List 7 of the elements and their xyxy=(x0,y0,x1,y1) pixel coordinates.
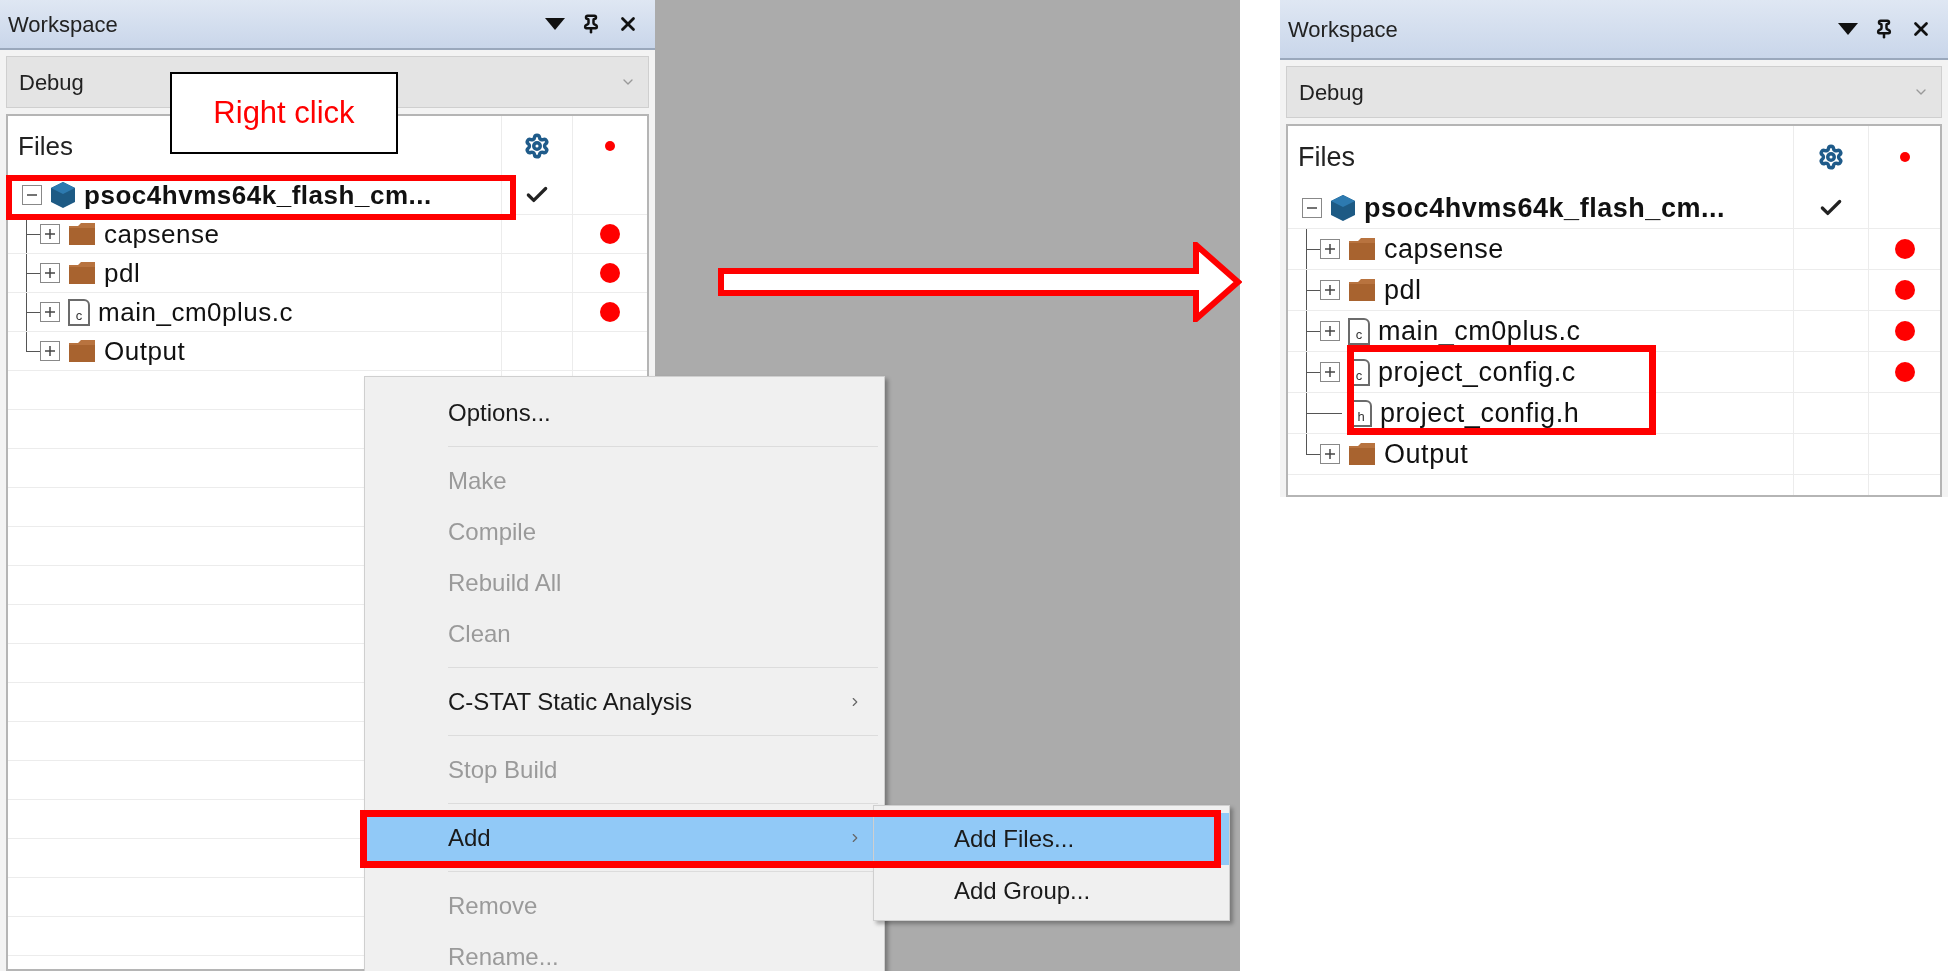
column-header: Files xyxy=(18,129,73,163)
callout-tooltip: Right click xyxy=(170,72,398,154)
file-icon: c xyxy=(68,298,90,326)
column-header: Files xyxy=(1298,140,1355,174)
panel-title: Workspace xyxy=(8,10,118,39)
panel-title: Workspace xyxy=(1288,15,1398,44)
file-icon: c xyxy=(1348,317,1370,345)
